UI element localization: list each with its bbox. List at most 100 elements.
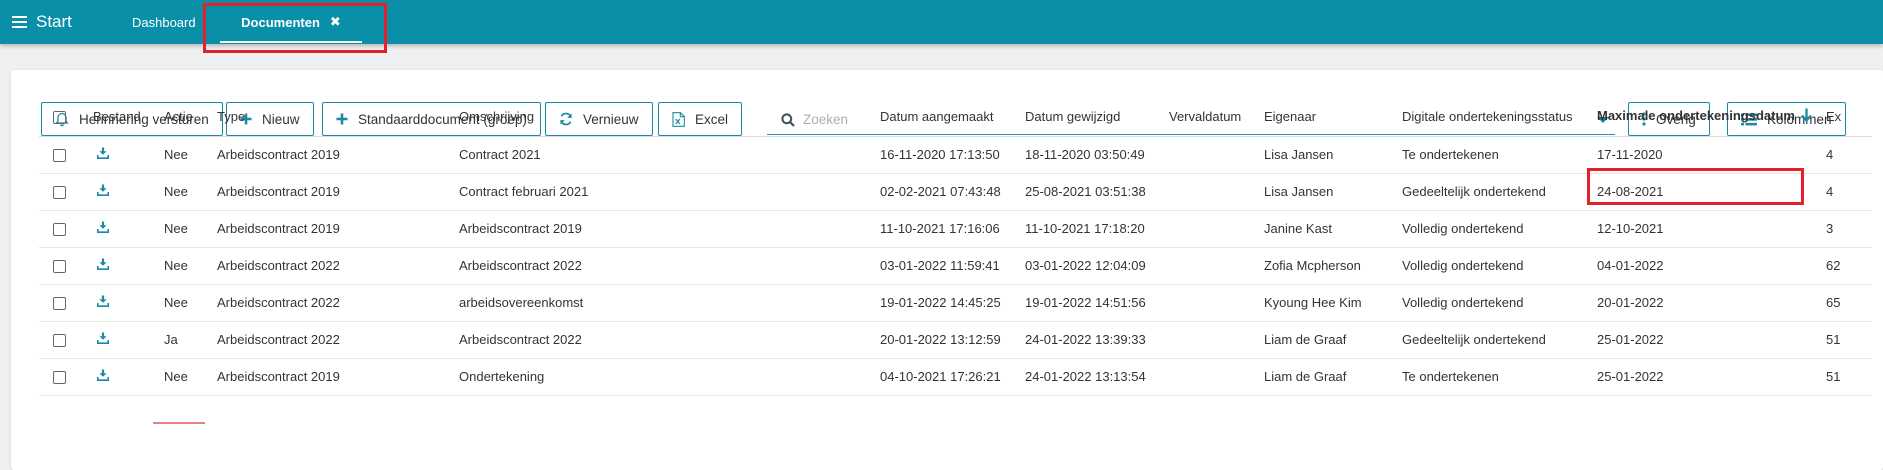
table-row[interactable]: Ja Arbeidscontract 2022 Arbeidscontract 20… <box>39 321 1872 359</box>
cell-eigenaar: Lisa Jansen <box>1264 173 1402 211</box>
cell-max: 20-01-2022 <box>1597 284 1826 322</box>
download-cell <box>93 136 164 174</box>
cell-status: Te ondertekenen <box>1402 136 1597 174</box>
top-navigation-bar: Start Dashboard Documenten ✖ <box>0 0 1883 44</box>
row-checkbox[interactable] <box>53 297 66 311</box>
start-menu-button[interactable]: Start <box>12 11 72 33</box>
active-tab-indicator <box>220 41 362 43</box>
hamburger-icon <box>12 15 27 29</box>
cell-omschrijving: Contract 2021 <box>459 136 880 174</box>
table-row[interactable]: Nee Arbeidscontract 2019 Arbeidscontract 2… <box>39 210 1872 248</box>
cell-max: 24-08-2021 <box>1597 173 1826 211</box>
row-checkbox[interactable] <box>53 260 66 274</box>
cell-ex: 62 <box>1826 247 1872 285</box>
cell-actie: Nee <box>164 284 217 322</box>
cell-omschrijving: Arbeidscontract 2019 <box>459 210 880 248</box>
cell-type: Arbeidscontract 2019 <box>217 136 459 174</box>
close-tab-icon[interactable]: ✖ <box>330 14 341 30</box>
cell-verval <box>1169 321 1264 359</box>
cell-aangemaakt: 19-01-2022 14:45:25 <box>880 284 1025 322</box>
header-datum-aangemaakt[interactable]: Datum aangemaakt <box>880 98 1025 137</box>
tab-dashboard[interactable]: Dashboard <box>132 0 196 44</box>
table-row[interactable]: Nee Arbeidscontract 2022 Arbeidscontract 2… <box>39 247 1872 285</box>
header-actie[interactable]: Actie <box>164 98 217 137</box>
cell-status: Volledig ondertekend <box>1402 210 1597 248</box>
header-type[interactable]: Type <box>217 98 459 137</box>
download-icon[interactable] <box>97 258 109 270</box>
row-checkbox[interactable] <box>53 149 66 163</box>
cell-actie: Nee <box>164 136 217 174</box>
cell-eigenaar: Kyoung Hee Kim <box>1264 284 1402 322</box>
row-checkbox[interactable] <box>53 334 66 348</box>
cell-ex: 4 <box>1826 173 1872 211</box>
cell-status: Volledig ondertekend <box>1402 247 1597 285</box>
cell-verval <box>1169 284 1264 322</box>
row-select-cell <box>39 136 93 174</box>
cell-eigenaar: Janine Kast <box>1264 210 1402 248</box>
header-eigenaar[interactable]: Eigenaar <box>1264 98 1402 137</box>
download-cell <box>93 173 164 211</box>
cell-aangemaakt: 11-10-2021 17:16:06 <box>880 210 1025 248</box>
cell-aangemaakt: 20-01-2022 13:12:59 <box>880 321 1025 359</box>
cell-actie: Nee <box>164 358 217 396</box>
cell-type: Arbeidscontract 2022 <box>217 247 459 285</box>
cell-eigenaar: Liam de Graaf <box>1264 358 1402 396</box>
cell-omschrijving: Arbeidscontract 2022 <box>459 321 880 359</box>
cell-status: Gedeeltelijk ondertekend <box>1402 321 1597 359</box>
table-row[interactable]: Nee Arbeidscontract 2019 Contract 2021 16-1… <box>39 136 1872 174</box>
table-header-row: Bestand Actie Type Omschrijving Datum aa… <box>39 98 1872 137</box>
cell-verval <box>1169 247 1264 285</box>
cell-ex: 4 <box>1826 136 1872 174</box>
cell-ex: 3 <box>1826 210 1872 248</box>
actie-ja-indicator <box>153 422 205 424</box>
documents-table: Bestand Actie Type Omschrijving Datum aa… <box>39 98 1872 396</box>
cell-aangemaakt: 16-11-2020 17:13:50 <box>880 136 1025 174</box>
row-select-cell <box>39 173 93 211</box>
download-icon[interactable] <box>97 184 109 196</box>
header-vervaldatum[interactable]: Vervaldatum <box>1169 98 1264 137</box>
header-maximale-ondertekeningsdatum[interactable]: Maximale ondertekeningsdatum <box>1597 98 1826 137</box>
table-row[interactable]: Nee Arbeidscontract 2019 Contract februari… <box>39 173 1872 211</box>
cell-actie: Nee <box>164 247 217 285</box>
row-select-cell <box>39 358 93 396</box>
download-cell <box>93 358 164 396</box>
cell-status: Gedeeltelijk ondertekend <box>1402 173 1597 211</box>
download-icon[interactable] <box>97 221 109 233</box>
cell-gewijzigd: 03-01-2022 12:04:09 <box>1025 247 1169 285</box>
header-omschrijving[interactable]: Omschrijving <box>459 98 880 137</box>
cell-eigenaar: Zofia Mcpherson <box>1264 247 1402 285</box>
download-cell <box>93 284 164 322</box>
download-icon[interactable] <box>97 369 109 381</box>
cell-type: Arbeidscontract 2019 <box>217 358 459 396</box>
cell-gewijzigd: 18-11-2020 03:50:49 <box>1025 136 1169 174</box>
table-row[interactable]: Nee Arbeidscontract 2019 Ondertekening 04-1… <box>39 358 1872 396</box>
cell-max: 12-10-2021 <box>1597 210 1826 248</box>
cell-omschrijving: arbeidsovereenkomst <box>459 284 880 322</box>
download-icon[interactable] <box>97 295 109 307</box>
cell-verval <box>1169 136 1264 174</box>
cell-type: Arbeidscontract 2019 <box>217 173 459 211</box>
download-icon[interactable] <box>97 147 109 159</box>
sort-descending-arrow-icon <box>1801 108 1812 125</box>
download-icon[interactable] <box>97 332 109 344</box>
download-cell <box>93 210 164 248</box>
header-ex[interactable]: Ex <box>1826 98 1872 137</box>
row-checkbox[interactable] <box>53 371 66 385</box>
row-checkbox[interactable] <box>53 223 66 237</box>
cell-eigenaar: Lisa Jansen <box>1264 136 1402 174</box>
select-all-checkbox[interactable] <box>53 111 66 125</box>
cell-gewijzigd: 11-10-2021 17:18:20 <box>1025 210 1169 248</box>
cell-status: Te ondertekenen <box>1402 358 1597 396</box>
row-checkbox[interactable] <box>53 186 66 200</box>
cell-gewijzigd: 24-01-2022 13:39:33 <box>1025 321 1169 359</box>
cell-type: Arbeidscontract 2022 <box>217 284 459 322</box>
header-datum-gewijzigd[interactable]: Datum gewijzigd <box>1025 98 1169 137</box>
table-row[interactable]: Nee Arbeidscontract 2022 arbeidsovereenkom… <box>39 284 1872 322</box>
header-digitale-ondertekeningsstatus[interactable]: Digitale ondertekeningsstatus <box>1402 98 1597 137</box>
cell-type: Arbeidscontract 2022 <box>217 321 459 359</box>
tab-documenten[interactable]: Documenten ✖ <box>220 0 362 44</box>
cell-eigenaar: Liam de Graaf <box>1264 321 1402 359</box>
row-select-cell <box>39 284 93 322</box>
header-bestand[interactable]: Bestand <box>93 98 164 137</box>
cell-gewijzigd: 24-01-2022 13:13:54 <box>1025 358 1169 396</box>
